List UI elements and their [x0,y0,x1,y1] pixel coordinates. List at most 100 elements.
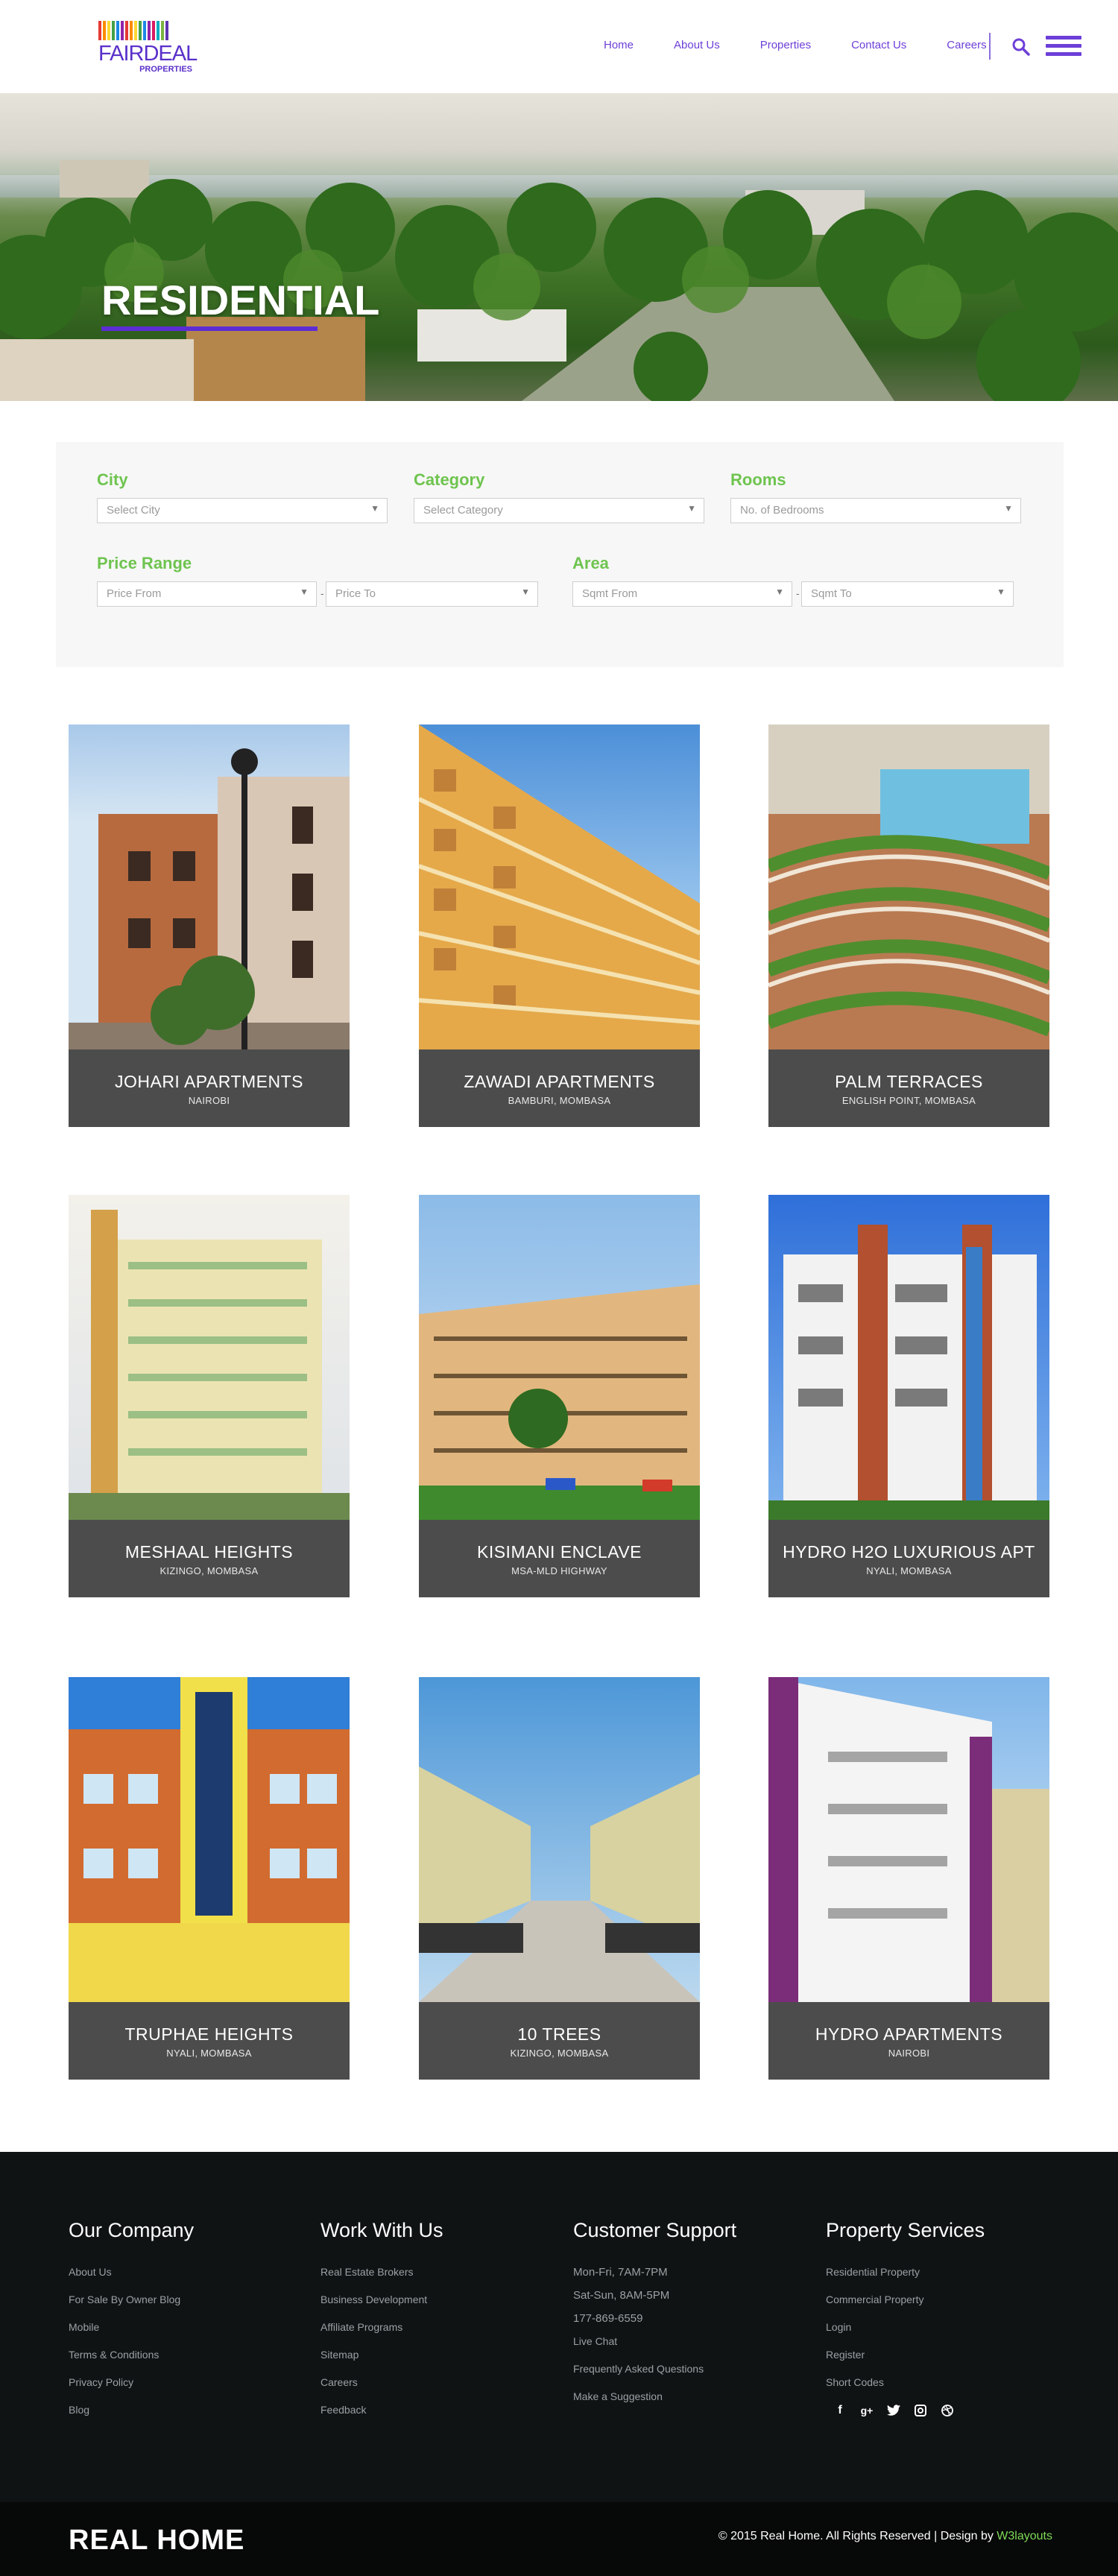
bottom-bar: REAL HOME © 2015 Real Home. All Rights R… [0,2502,1118,2576]
logo[interactable]: FAIRDEAL PROPERTIES [98,21,198,78]
property-card[interactable]: PALM TERRACES ENGLISH POINT, MOMBASA [768,724,1049,1127]
footer-link[interactable]: Feedback [320,2404,544,2416]
footer-company: Our Company About Us For Sale By Owner B… [69,2219,292,2431]
property-caption: JOHARI APARTMENTS NAIROBI [69,1049,350,1127]
footer-link[interactable]: Frequently Asked Questions [573,2363,797,2375]
city-select-value: Select City [107,504,160,517]
site-footer: Our Company About Us For Sale By Owner B… [0,2152,1118,2502]
property-card[interactable]: MESHAAL HEIGHTS KIZINGO, MOMBASA [69,1195,350,1597]
footer-link[interactable]: For Sale By Owner Blog [69,2294,292,2305]
property-photo [768,724,1049,1049]
footer-link[interactable]: Real Estate Brokers [320,2266,544,2278]
property-photo [419,724,700,1049]
range-separator: - [320,587,324,599]
twitter-icon[interactable] [887,2404,900,2417]
chevron-down-icon: ▼ [1004,503,1013,514]
social-links: f g+ [826,2404,1049,2417]
footer-link[interactable]: Blog [69,2404,292,2416]
footer-heading: Our Company [69,2219,195,2241]
city-label: City [97,470,128,489]
footer-link[interactable]: Login [826,2321,1049,2333]
facebook-icon[interactable]: f [833,2404,847,2417]
property-photo [768,1195,1049,1520]
property-card[interactable]: 10 TREES KIZINGO, MOMBASA [419,1677,700,2080]
price-from-select[interactable]: Price From ▼ [97,581,317,607]
footer-link[interactable]: Privacy Policy [69,2376,292,2388]
footer-link[interactable]: Mobile [69,2321,292,2333]
property-title: HYDRO H2O LUXURIOUS APT [783,1542,1035,1562]
property-location: BAMBURI, MOMBASA [508,1095,611,1106]
nav-properties[interactable]: Properties [760,39,811,51]
rooms-label: Rooms [730,470,786,489]
support-hours-weekday: Mon-Fri, 7AM-7PM [573,2266,668,2279]
property-card[interactable]: HYDRO H2O LUXURIOUS APT NYALI, MOMBASA [768,1195,1049,1597]
hamburger-menu-icon[interactable] [1046,36,1081,57]
footer-link[interactable]: Terms & Conditions [69,2349,292,2361]
nav-careers[interactable]: Careers [947,39,986,51]
property-photo [69,1677,350,2002]
property-location: NAIROBI [188,1095,230,1106]
nav-divider [989,33,991,60]
property-title: HYDRO APARTMENTS [815,2024,1003,2044]
footer-link[interactable]: Live Chat [573,2335,797,2347]
property-card[interactable]: ZAWADI APARTMENTS BAMBURI, MOMBASA [419,724,700,1127]
footer-link[interactable]: Commercial Property [826,2294,1049,2305]
footer-link[interactable]: Register [826,2349,1049,2361]
hero-title: RESIDENTIAL [101,277,380,323]
category-select-value: Select Category [423,504,503,517]
footer-support: Customer Support Mon-Fri, 7AM-7PM Sat-Su… [573,2219,797,2418]
property-caption: ZAWADI APARTMENTS BAMBURI, MOMBASA [419,1049,700,1127]
range-separator: - [796,587,800,599]
property-caption: KISIMANI ENCLAVE MSA-MLD HIGHWAY [419,1520,700,1597]
footer-link[interactable]: About Us [69,2266,292,2278]
search-icon[interactable] [1011,37,1031,57]
property-card[interactable]: HYDRO APARTMENTS NAIROBI [768,1677,1049,2080]
property-location: NAIROBI [888,2048,930,2059]
nav-home[interactable]: Home [604,39,634,51]
instagram-icon[interactable] [914,2404,927,2417]
footer-heading: Work With Us [320,2219,443,2241]
property-caption: MESHAAL HEIGHTS KIZINGO, MOMBASA [69,1520,350,1597]
city-select[interactable]: Select City ▼ [97,498,388,523]
rooms-select[interactable]: No. of Bedrooms ▼ [730,498,1021,523]
area-to-value: Sqmt To [811,587,852,600]
footer-link[interactable]: Residential Property [826,2266,1049,2278]
chevron-down-icon: ▼ [521,587,530,597]
chevron-down-icon: ▼ [997,587,1005,597]
property-card[interactable]: JOHARI APARTMENTS NAIROBI [69,724,350,1127]
dribbble-icon[interactable] [941,2404,954,2417]
price-to-select[interactable]: Price To ▼ [326,581,538,607]
footer-heading: Property Services [826,2219,985,2241]
chevron-down-icon: ▼ [687,503,696,514]
footer-link[interactable]: Business Development [320,2294,544,2305]
chevron-down-icon: ▼ [775,587,784,597]
footer-link[interactable]: Short Codes [826,2376,1049,2388]
logo-color-bars [98,21,195,40]
property-photo [419,1195,700,1520]
property-location: NYALI, MOMBASA [866,1565,952,1576]
footer-link[interactable]: Sitemap [320,2349,544,2361]
support-hours-weekend: Sat-Sun, 8AM-5PM [573,2289,670,2302]
footer-link[interactable]: Careers [320,2376,544,2388]
area-from-select[interactable]: Sqmt From ▼ [572,581,792,607]
price-from-value: Price From [107,587,162,600]
category-select[interactable]: Select Category ▼ [414,498,704,523]
property-card[interactable]: KISIMANI ENCLAVE MSA-MLD HIGHWAY [419,1195,700,1597]
logo-sub: PROPERTIES [139,65,192,74]
footer-link[interactable]: Make a Suggestion [573,2390,797,2402]
property-caption: HYDRO APARTMENTS NAIROBI [768,2002,1049,2080]
hero-banner: RESIDENTIAL [0,93,1118,401]
footer-link[interactable]: Affiliate Programs [320,2321,544,2333]
property-location: KIZINGO, MOMBASA [160,1565,259,1576]
google-plus-icon[interactable]: g+ [860,2404,874,2417]
area-to-select[interactable]: Sqmt To ▼ [801,581,1014,607]
nav-contact-us[interactable]: Contact Us [851,39,906,51]
property-title: PALM TERRACES [835,1072,983,1091]
designer-link[interactable]: W3layouts [997,2530,1052,2542]
nav-about-us[interactable]: About Us [674,39,720,51]
footer-brand[interactable]: REAL HOME [69,2525,244,2557]
property-card[interactable]: TRUPHAE HEIGHTS NYALI, MOMBASA [69,1677,350,2080]
property-caption: HYDRO H2O LUXURIOUS APT NYALI, MOMBASA [768,1520,1049,1597]
copyright-text: © 2015 Real Home. All Rights Reserved | … [718,2530,997,2542]
support-phone[interactable]: 177-869-6559 [573,2312,797,2325]
